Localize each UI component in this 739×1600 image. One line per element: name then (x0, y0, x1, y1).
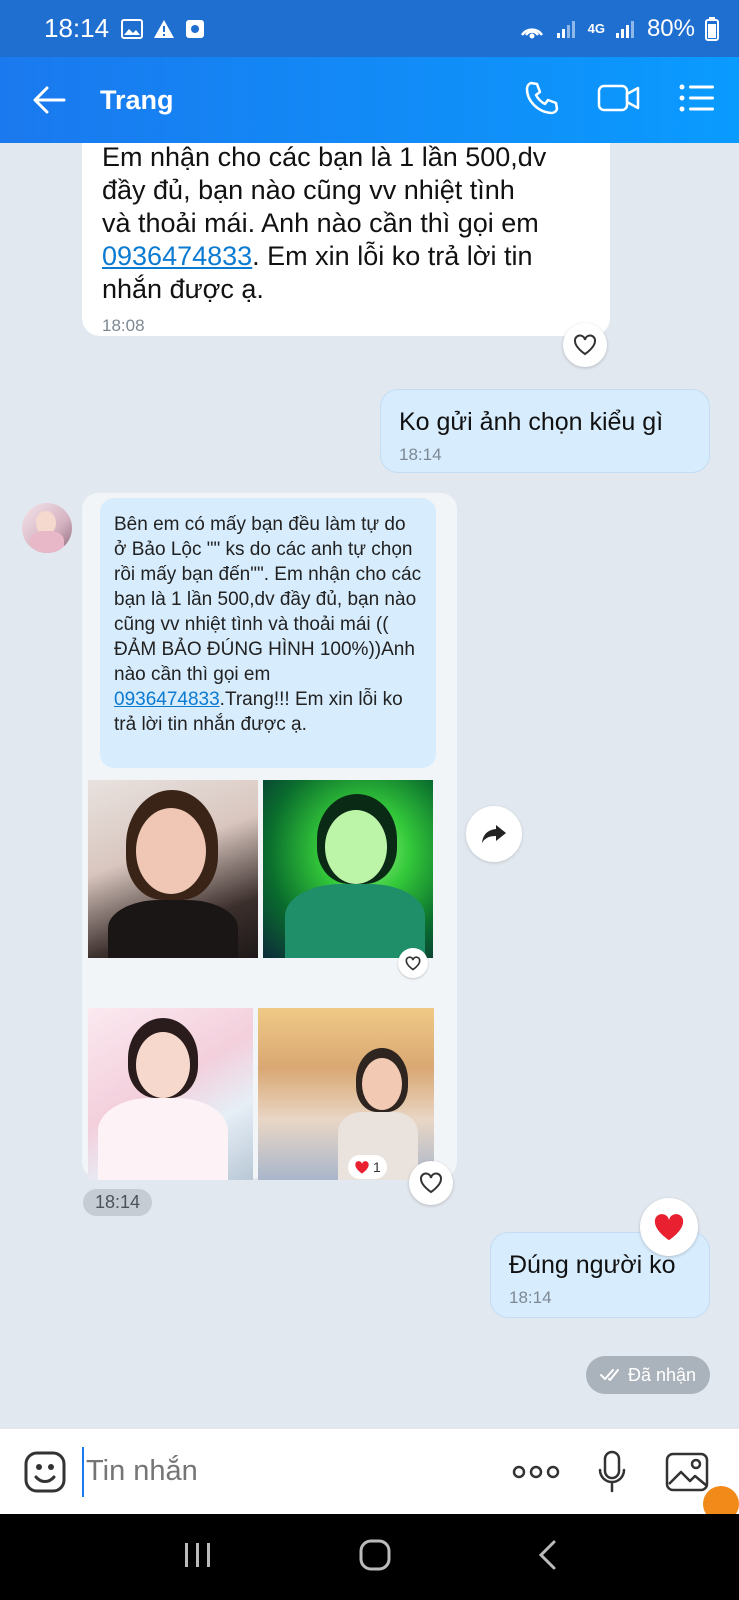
status-time: 18:14 (44, 13, 110, 43)
message-time: 18:14 (399, 445, 442, 464)
battery-percent: 80% (646, 14, 695, 42)
image-picker-button[interactable] (662, 1452, 712, 1492)
voice-message-button[interactable] (592, 1450, 632, 1494)
network-type: 4G (587, 21, 605, 36)
app-notification-icon (185, 19, 205, 39)
message-text: Ko gửi ảnh chọn kiểu gì (399, 408, 664, 436)
forward-button[interactable] (466, 806, 522, 862)
message-text: Bên em có mấy bạn đều làm tự do ở Bảo Lộ… (114, 514, 422, 685)
photo-3[interactable] (88, 1008, 253, 1180)
list-menu-icon (679, 84, 714, 111)
message-input[interactable] (82, 1446, 482, 1497)
image-icon (665, 1452, 709, 1491)
signal-icon (556, 19, 578, 39)
message-time: 18:14 (509, 1288, 552, 1307)
contact-avatar[interactable] (22, 503, 72, 553)
message-line: nhắn được ạ. (102, 274, 264, 304)
home-button[interactable] (358, 1538, 392, 1577)
double-check-icon (599, 1369, 619, 1381)
heart-outline-icon (420, 1172, 442, 1194)
heart-filled-icon (355, 1160, 369, 1173)
photo-4[interactable] (258, 1008, 434, 1180)
photo-reaction-count[interactable]: 1 (348, 1155, 387, 1179)
chat-area[interactable]: Em nhận cho các bạn là 1 lần 500,dv đầy … (0, 143, 739, 1428)
heart-outline-icon (405, 955, 421, 970)
chat-header: Trang (0, 57, 739, 143)
message-line: Em nhận cho các bạn là 1 lần 500,dv (102, 143, 547, 172)
photo-1[interactable] (88, 780, 258, 958)
more-options-button[interactable] (510, 1465, 562, 1479)
message-line: đầy đủ, bạn nào cũng vv nhiệt tình (102, 175, 515, 205)
microphone-icon (598, 1450, 626, 1492)
contact-name[interactable]: Trang (100, 85, 174, 116)
warning-icon (153, 19, 175, 39)
time-separator: 18:14 (83, 1189, 153, 1216)
react-button[interactable] (563, 323, 607, 367)
chevron-left-icon (538, 1540, 555, 1569)
gallery-notification-icon (121, 18, 144, 39)
outgoing-message[interactable]: Ko gửi ảnh chọn kiểu gì 18:14 (380, 389, 710, 473)
home-icon (359, 1539, 390, 1570)
battery-icon (705, 16, 719, 41)
phone-icon (525, 81, 559, 114)
message-text: . Em xin lỗi ko trả lời tin (252, 241, 533, 271)
message-line: và thoải mái. Anh nào cần thì gọi em (102, 208, 539, 238)
phone-link[interactable]: 0936474833 (102, 241, 252, 271)
incoming-message[interactable]: Em nhận cho các bạn là 1 lần 500,dv đầy … (82, 143, 610, 336)
system-nav-bar (0, 1514, 739, 1600)
heart-reaction[interactable] (640, 1198, 698, 1256)
sticker-button[interactable] (22, 1449, 68, 1495)
message-time: 18:08 (102, 316, 145, 335)
voice-call-button[interactable] (523, 80, 559, 121)
message-input-bar (0, 1428, 739, 1514)
arrow-left-icon (33, 86, 66, 114)
photo-2[interactable] (263, 780, 433, 958)
hotspot-icon (518, 17, 546, 41)
phone-link[interactable]: 0936474833 (114, 689, 220, 710)
react-button[interactable] (409, 1161, 453, 1205)
status-bar: 18:14 4G 80% (0, 0, 739, 57)
recent-apps-icon (184, 1542, 210, 1567)
delivery-status: Đã nhận (586, 1356, 710, 1394)
photo-react-button[interactable] (398, 948, 428, 978)
video-camera-icon (597, 84, 640, 111)
more-dots-icon (512, 1465, 560, 1478)
emoji-icon (24, 1451, 66, 1492)
reaction-count: 1 (373, 1159, 381, 1175)
video-call-button[interactable] (597, 82, 641, 119)
card-message-text: Bên em có mấy bạn đều làm tự do ở Bảo Lộ… (100, 498, 436, 768)
signal-icon-2 (615, 19, 637, 39)
heart-filled-icon (654, 1213, 684, 1240)
delivery-status-text: Đã nhận (627, 1364, 697, 1385)
heart-outline-icon (574, 334, 596, 356)
recent-apps-button[interactable] (183, 1541, 213, 1574)
share-arrow-icon (482, 825, 506, 843)
back-button[interactable] (14, 57, 84, 143)
menu-button[interactable] (679, 83, 715, 118)
back-nav-button[interactable] (537, 1539, 557, 1576)
